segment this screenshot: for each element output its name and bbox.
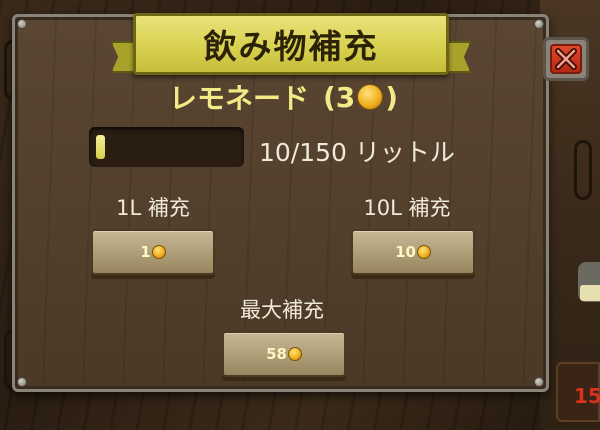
rivet-icon <box>17 377 27 387</box>
refill-max-cost: 58 <box>266 345 287 363</box>
refill-10l-button[interactable]: 10 <box>351 229 475 275</box>
gold-coin-icon <box>151 245 166 259</box>
capacity-text: 10/150 リットル <box>259 138 455 167</box>
refill-max-button[interactable]: 58 <box>222 331 346 377</box>
background-counter: 15 <box>556 362 600 422</box>
refill-1l-cost: 1 <box>140 243 151 261</box>
background-tag <box>580 285 600 301</box>
title-banner: 飲み物補充 <box>111 13 471 85</box>
rivet-icon <box>534 377 544 387</box>
close-button-face <box>550 44 582 74</box>
refill-max-label: 最大補充 <box>240 298 324 322</box>
background-counter-text: 15 <box>574 384 600 408</box>
refill-1l-button[interactable]: 1 <box>91 229 215 275</box>
refill-dialog: 飲み物補充 レモネード (3 ) 10/150 リットル 1L 補充 1 10L… <box>12 13 552 392</box>
refill-1l-label: 1L 補充 <box>116 196 190 220</box>
gold-coin-icon <box>287 347 302 361</box>
refill-10l-label: 10L 補充 <box>363 196 451 220</box>
refill-10l-cost: 10 <box>395 243 416 261</box>
banner-body: 飲み物補充 <box>133 13 449 75</box>
background-decoration <box>574 140 592 200</box>
close-button[interactable] <box>543 37 589 81</box>
item-name-row: レモネード (3 ) <box>15 77 552 117</box>
capacity-bar <box>89 127 244 167</box>
gold-coin-icon <box>416 245 431 259</box>
item-price-prefix: (3 <box>322 80 356 114</box>
item-price-suffix: ) <box>385 80 399 114</box>
gold-coin-icon <box>357 84 384 110</box>
close-icon <box>555 48 577 70</box>
item-name: レモネード <box>168 82 309 115</box>
rivet-icon <box>534 19 544 29</box>
dialog-title: 飲み物補充 <box>203 27 379 66</box>
capacity-bar-fill <box>96 135 105 159</box>
rivet-icon <box>17 19 27 29</box>
